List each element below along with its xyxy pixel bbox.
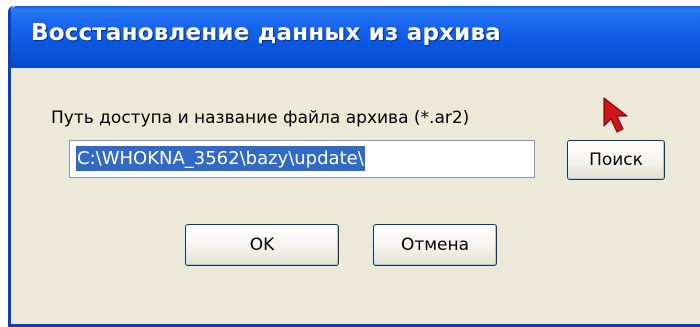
dialog-body: Путь доступа и название файла архива (*.…: [11, 68, 700, 324]
title-bar[interactable]: Восстановление данных из архива: [11, 6, 700, 68]
archive-path-label: Путь доступа и название файла архива (*.…: [51, 108, 470, 128]
cancel-button[interactable]: Отмена: [373, 224, 497, 266]
window-title: Восстановление данных из архива: [31, 20, 501, 46]
ok-button[interactable]: OK: [185, 224, 339, 266]
archive-path-input[interactable]: C:\WHOKNA_3562\bazy\update\: [69, 140, 535, 178]
red-arrow-cursor-icon: [603, 97, 628, 133]
search-button[interactable]: Поиск: [567, 140, 665, 180]
archive-path-value: C:\WHOKNA_3562\bazy\update\: [76, 146, 365, 171]
dialog-window: Восстановление данных из архива Путь дос…: [8, 6, 700, 327]
